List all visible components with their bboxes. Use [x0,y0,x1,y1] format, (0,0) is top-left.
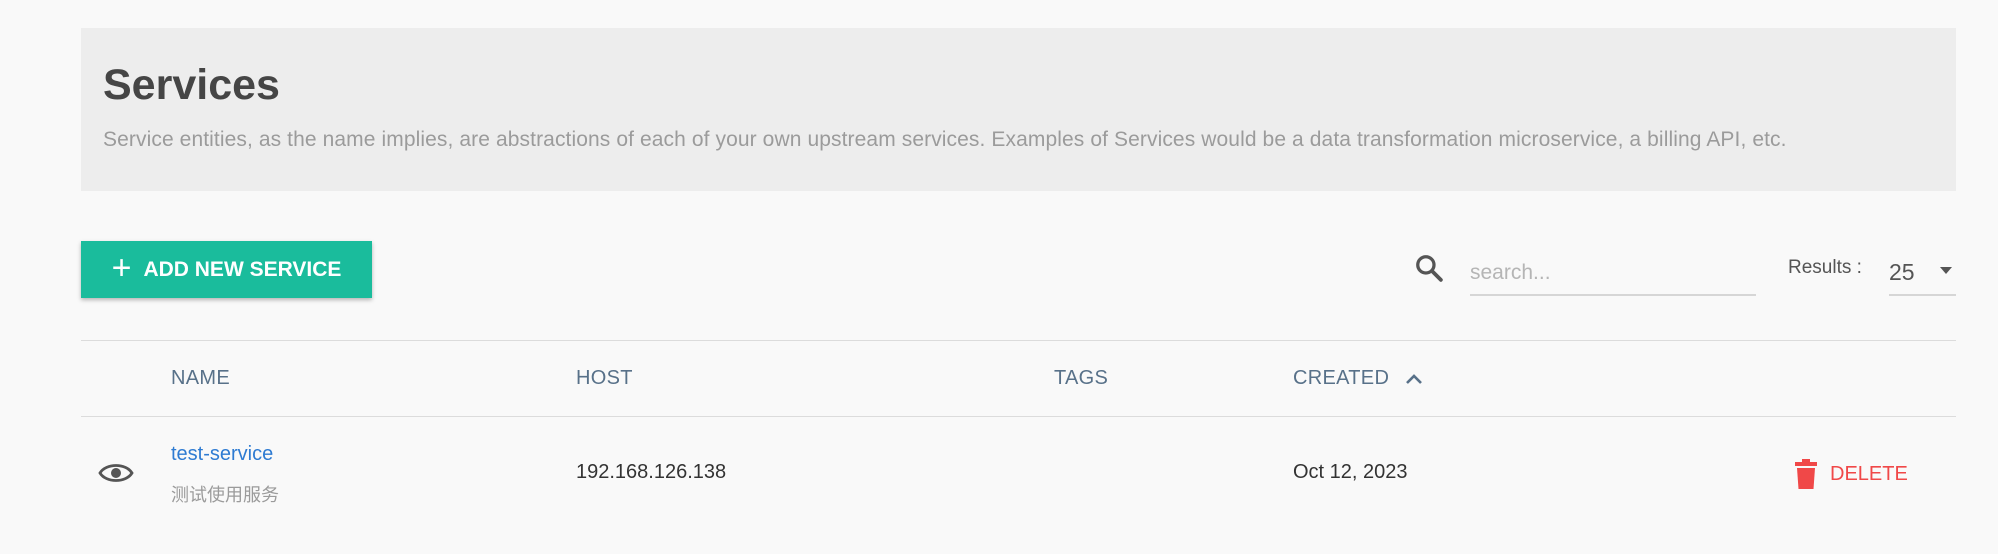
service-description: 测试使用服务 [171,485,279,505]
trash-icon [1795,459,1817,489]
results-per-page-value: 25 [1889,258,1915,285]
column-header-host[interactable]: HOST [576,367,633,390]
page-description: Service entities, as the name implies, a… [103,128,1787,151]
page-title: Services [103,61,280,109]
column-header-tags[interactable]: TAGS [1054,367,1108,390]
delete-button[interactable]: DELETE [1794,459,1908,489]
results-per-page-select[interactable]: 25 [1889,250,1956,296]
delete-label: DELETE [1830,462,1908,485]
header-row-divider [81,416,1956,417]
chevron-up-icon[interactable] [1405,373,1423,385]
search-input[interactable] [1470,252,1756,296]
plus-icon: + [111,249,132,287]
table-top-divider [81,340,1956,341]
page-header: Services Service entities, as the name i… [81,28,1956,191]
column-header-name[interactable]: NAME [171,367,230,390]
column-header-created[interactable]: CREATED [1293,367,1423,390]
service-name-link[interactable]: test-service [171,443,273,466]
service-created-date: Oct 12, 2023 [1293,461,1408,483]
eye-icon[interactable] [98,458,134,488]
add-new-service-label: ADD NEW SERVICE [143,257,342,281]
search-icon[interactable] [1414,252,1444,284]
service-host: 192.168.126.138 [576,461,727,483]
results-label: Results : [1788,257,1862,278]
caret-down-icon [1940,267,1952,274]
add-new-service-button[interactable]: + ADD NEW SERVICE [81,241,372,298]
